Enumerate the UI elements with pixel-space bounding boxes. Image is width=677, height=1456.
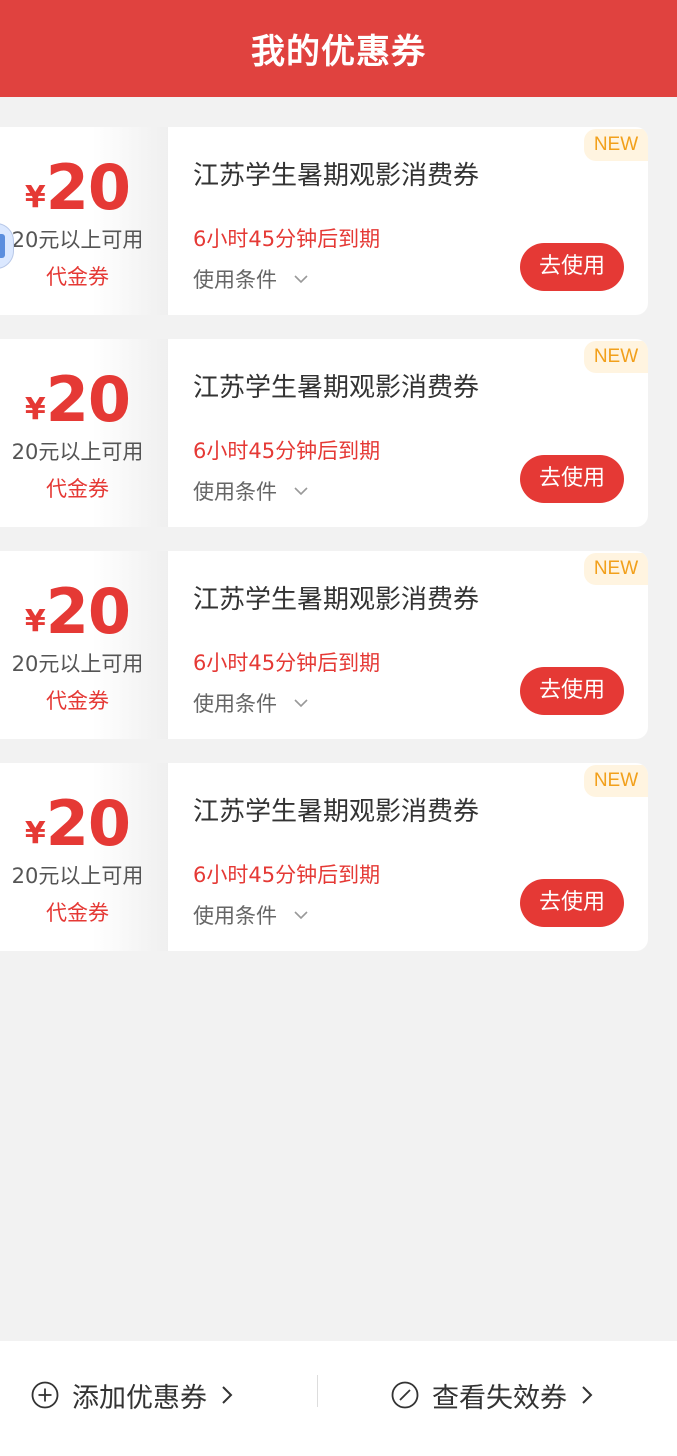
new-badge: NEW (584, 765, 648, 797)
coupon-name: 江苏学生暑期观影消费券 (193, 797, 480, 827)
coupon-detail-panel: 江苏学生暑期观影消费券 6小时45分钟后到期 使用条件 去使用 NEW (168, 339, 648, 527)
coupon-value-panel: ¥20 20元以上可用 代金券 (0, 763, 168, 951)
currency-symbol: ¥ (24, 604, 46, 639)
coupon-card[interactable]: ¥20 20元以上可用 代金券 江苏学生暑期观影消费券 6小时45分钟后到期 使… (0, 551, 648, 739)
new-badge: NEW (584, 129, 648, 161)
coupon-page: 我的优惠券 ¥20 20元以上可用 代金券 江苏学生暑期观影消费券 6小时45分… (0, 0, 677, 1456)
conditions-toggle[interactable]: 使用条件 (193, 264, 309, 294)
coupon-card[interactable]: ¥20 20元以上可用 代金券 江苏学生暑期观影消费券 6小时45分钟后到期 使… (0, 763, 648, 951)
add-coupon-button[interactable]: 添加优惠券 (30, 1373, 235, 1417)
conditions-toggle[interactable]: 使用条件 (193, 688, 309, 718)
coupon-amount: 20 (45, 575, 131, 648)
coupon-value-panel: ¥20 20元以上可用 代金券 (0, 339, 168, 527)
coupon-amount: 20 (45, 363, 131, 436)
expiry-text: 6小时45分钟后到期 (193, 227, 381, 251)
coupon-amount: 20 (45, 151, 131, 224)
conditions-label: 使用条件 (193, 904, 277, 928)
expiry-text: 6小时45分钟后到期 (193, 651, 381, 675)
min-spend-text: 20元以上可用 (11, 864, 144, 888)
conditions-label: 使用条件 (193, 268, 277, 292)
use-coupon-button[interactable]: 去使用 (520, 667, 624, 715)
conditions-label: 使用条件 (193, 480, 277, 504)
min-spend-text: 20元以上可用 (11, 228, 144, 252)
currency-symbol: ¥ (24, 180, 46, 215)
coupon-amount-row: ¥20 (0, 363, 155, 436)
coupon-type: 代金券 (46, 477, 109, 501)
coupon-amount-row: ¥20 (0, 151, 155, 224)
coupon-name: 江苏学生暑期观影消费券 (193, 161, 480, 191)
currency-symbol: ¥ (24, 392, 46, 427)
expiry-text: 6小时45分钟后到期 (193, 863, 381, 887)
chevron-right-icon (582, 1386, 593, 1404)
coupon-type: 代金券 (46, 265, 109, 289)
conditions-toggle[interactable]: 使用条件 (193, 476, 309, 506)
coupon-amount: 20 (45, 787, 131, 860)
assistant-glyph (0, 234, 5, 258)
use-coupon-button[interactable]: 去使用 (520, 455, 624, 503)
conditions-toggle[interactable]: 使用条件 (193, 900, 309, 930)
new-badge: NEW (584, 553, 648, 585)
coupon-detail-panel: 江苏学生暑期观影消费券 6小时45分钟后到期 使用条件 去使用 NEW (168, 763, 648, 951)
coupon-name: 江苏学生暑期观影消费券 (193, 373, 480, 403)
chevron-down-icon (294, 911, 308, 920)
coupon-name: 江苏学生暑期观影消费券 (193, 585, 480, 615)
min-spend-text: 20元以上可用 (11, 440, 144, 464)
coupon-card[interactable]: ¥20 20元以上可用 代金券 江苏学生暑期观影消费券 6小时45分钟后到期 使… (0, 127, 648, 315)
expiry-text: 6小时45分钟后到期 (193, 439, 381, 463)
coupon-amount-row: ¥20 (0, 787, 155, 860)
conditions-label: 使用条件 (193, 692, 277, 716)
footer-divider (317, 1375, 318, 1407)
chevron-down-icon (294, 275, 308, 284)
footer-bar: 添加优惠券 查看失效券 (0, 1341, 677, 1456)
coupon-value-panel: ¥20 20元以上可用 代金券 (0, 551, 168, 739)
header-bar: 我的优惠券 (0, 0, 677, 97)
coupon-list: ¥20 20元以上可用 代金券 江苏学生暑期观影消费券 6小时45分钟后到期 使… (0, 127, 648, 975)
slash-circle-icon (391, 1381, 419, 1409)
coupon-type: 代金券 (46, 689, 109, 713)
coupon-card[interactable]: ¥20 20元以上可用 代金券 江苏学生暑期观影消费券 6小时45分钟后到期 使… (0, 339, 648, 527)
chevron-right-icon (222, 1386, 233, 1404)
min-spend-text: 20元以上可用 (11, 652, 144, 676)
currency-symbol: ¥ (24, 816, 46, 851)
coupon-value-panel: ¥20 20元以上可用 代金券 (0, 127, 168, 315)
use-coupon-button[interactable]: 去使用 (520, 879, 624, 927)
plus-circle-icon (31, 1381, 59, 1409)
coupon-detail-panel: 江苏学生暑期观影消费券 6小时45分钟后到期 使用条件 去使用 NEW (168, 127, 648, 315)
new-badge: NEW (584, 341, 648, 373)
view-expired-coupons-button[interactable]: 查看失效券 (390, 1373, 595, 1417)
view-expired-label: 查看失效券 (432, 1382, 567, 1414)
add-coupon-label: 添加优惠券 (72, 1382, 207, 1414)
chevron-down-icon (294, 699, 308, 708)
use-coupon-button[interactable]: 去使用 (520, 243, 624, 291)
coupon-amount-row: ¥20 (0, 575, 155, 648)
coupon-type: 代金券 (46, 901, 109, 925)
chevron-down-icon (294, 487, 308, 496)
coupon-detail-panel: 江苏学生暑期观影消费券 6小时45分钟后到期 使用条件 去使用 NEW (168, 551, 648, 739)
page-title: 我的优惠券 (251, 32, 426, 72)
